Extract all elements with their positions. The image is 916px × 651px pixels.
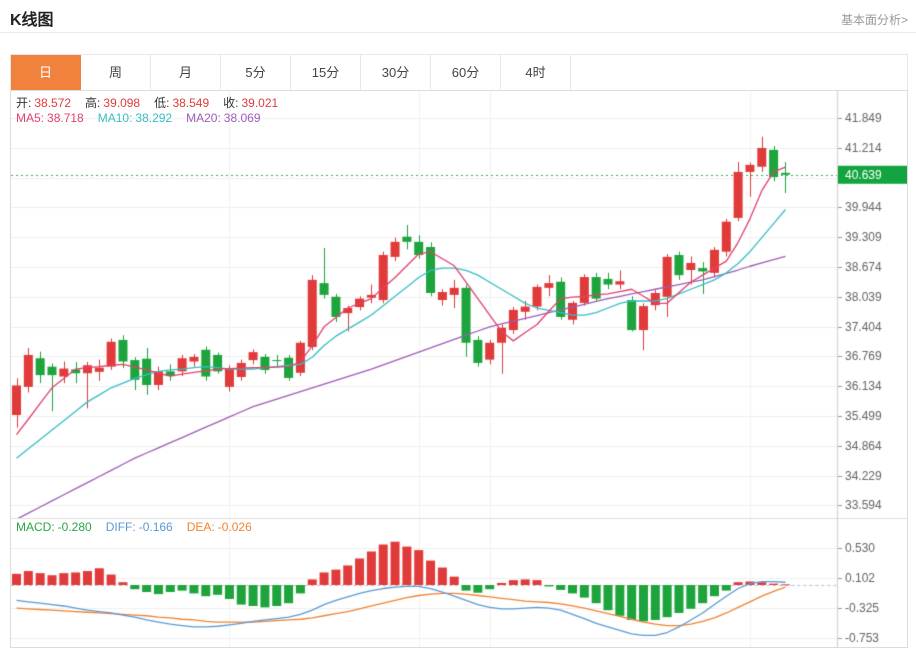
fundamental-analysis-link[interactable]: 基本面分析> (841, 11, 908, 28)
tab-5分[interactable]: 5分 (221, 55, 291, 91)
tab-30分[interactable]: 30分 (361, 55, 431, 91)
tab-60分[interactable]: 60分 (431, 55, 501, 91)
tab-日[interactable]: 日 (11, 55, 81, 91)
chart-frame: 开:38.572高:39.098低:38.549收:39.021 MA5:38.… (10, 90, 908, 648)
tab-月[interactable]: 月 (151, 55, 221, 91)
page-title: K线图 (10, 6, 54, 30)
tab-4时[interactable]: 4时 (501, 55, 571, 91)
tab-周[interactable]: 周 (81, 55, 151, 91)
kline-chart-canvas[interactable] (11, 91, 907, 647)
interval-tabs: 日周月5分15分30分60分4时 (10, 54, 908, 91)
kline-widget: K线图 基本面分析> 日周月5分15分30分60分4时 开:38.572高:39… (0, 0, 916, 651)
header: K线图 基本面分析> (0, 0, 916, 33)
tab-15分[interactable]: 15分 (291, 55, 361, 91)
